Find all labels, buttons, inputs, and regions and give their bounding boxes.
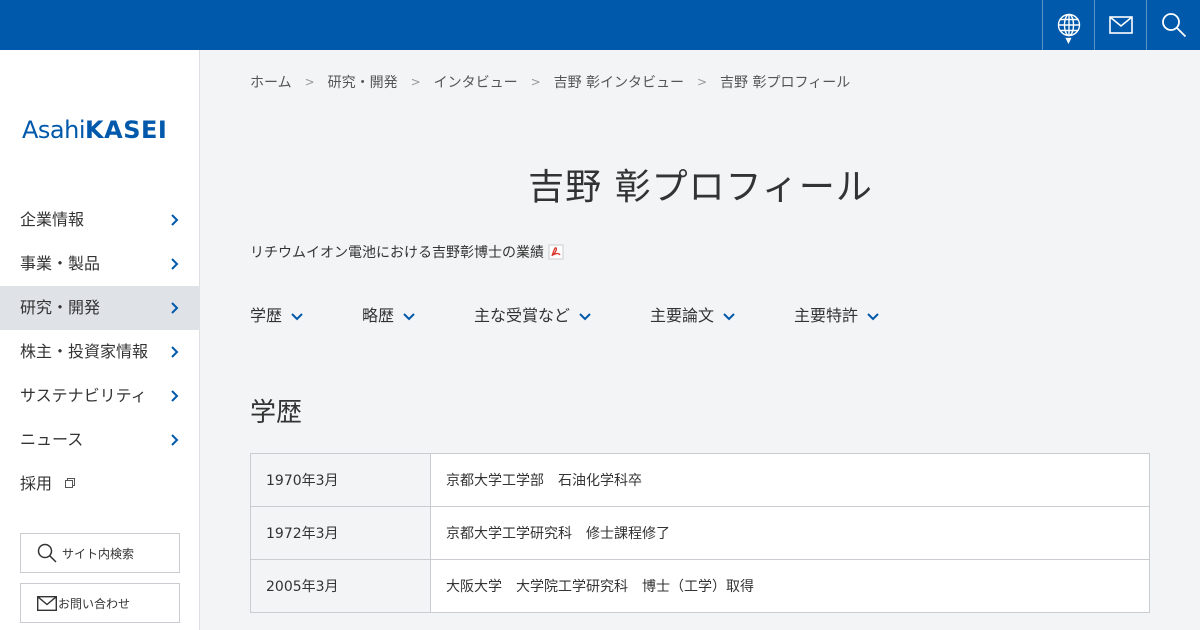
breadcrumb-yoshino-interview[interactable]: 吉野 彰インタビュー [554, 72, 684, 92]
chevron-right-icon [171, 214, 179, 226]
pdf-link-label: リチウムイオン電池における吉野彰博士の業績 [250, 245, 544, 261]
chevron-right-icon: > [530, 75, 541, 89]
contact-label: お問い合わせ [58, 596, 131, 611]
pdf-icon [548, 244, 564, 260]
section-title: 学歴 [250, 398, 303, 428]
mail-icon [1108, 16, 1133, 34]
anchor-patents[interactable]: 主要特許 [794, 302, 938, 326]
anchor-label: 略歴 [362, 306, 395, 325]
table-row: 1970年3月 京都大学工学部 石油化学科卒 [250, 453, 1150, 507]
anchor-label: 主要特許 [794, 306, 859, 325]
chevron-right-icon [171, 434, 179, 446]
breadcrumb-home[interactable]: ホーム [250, 72, 292, 92]
chevron-right-icon: > [304, 75, 315, 89]
chevron-down-icon [579, 313, 591, 321]
sidebar-nav: 企業情報 事業・製品 研究・開発 株主・投資家情報 サステナビリティ ニュース … [0, 198, 200, 506]
breadcrumb-research[interactable]: 研究・開発 [328, 72, 398, 92]
sidebar-item-sustainability[interactable]: サステナビリティ [0, 374, 200, 418]
breadcrumb-current: 吉野 彰プロフィール [720, 75, 851, 91]
sidebar-item-label: 採用 [20, 474, 53, 493]
chevron-right-icon [171, 346, 179, 358]
sidebar-item-label: 企業情報 [20, 210, 85, 229]
asahi-kasei-logo[interactable]: AsahiKASEI [22, 116, 167, 144]
chevron-down-icon [291, 313, 303, 321]
sidebar-item-investors[interactable]: 株主・投資家情報 [0, 330, 200, 374]
chevron-right-icon: > [410, 75, 421, 89]
anchor-label: 学歴 [250, 306, 283, 325]
chevron-right-icon [171, 302, 179, 314]
sidebar-item-label: 事業・製品 [20, 254, 101, 273]
main-content: ホーム > 研究・開発 > インタビュー > 吉野 彰インタビュー > 吉野 彰… [201, 50, 1200, 630]
section-anchor-links: 学歴 略歴 主な受賞など 主要論文 主要特許 [250, 302, 938, 326]
site-search-button[interactable]: サイト内検索 [20, 533, 180, 573]
sidebar-item-business[interactable]: 事業・製品 [0, 242, 200, 286]
sidebar-item-news[interactable]: ニュース [0, 418, 200, 462]
anchor-label: 主な受賞など [474, 306, 571, 325]
sidebar-item-recruit[interactable]: 採用 [0, 462, 200, 506]
contact-button[interactable]: お問い合わせ [20, 583, 180, 623]
page-title: 吉野 彰プロフィール [528, 167, 873, 208]
sidebar-item-label: サステナビリティ [20, 386, 147, 405]
table-cell-desc: 大阪大学 大学院工学研究科 博士（工学）取得 [430, 559, 1150, 613]
chevron-down-icon [403, 313, 415, 321]
anchor-awards[interactable]: 主な受賞など [474, 302, 650, 326]
search-icon [1161, 13, 1186, 38]
mail-icon [37, 595, 57, 611]
anchor-papers[interactable]: 主要論文 [650, 302, 794, 326]
breadcrumb-interview[interactable]: インタビュー [434, 72, 518, 92]
contact-mail-button[interactable] [1094, 0, 1146, 50]
table-row: 2005年3月 大阪大学 大学院工学研究科 博士（工学）取得 [250, 559, 1150, 613]
chevron-down-icon [723, 313, 735, 321]
table-cell-desc: 京都大学工学部 石油化学科卒 [430, 453, 1150, 507]
caret-down-icon: ▼ [1065, 36, 1072, 45]
table-cell-year: 1972年3月 [250, 506, 431, 560]
logo-asahi: Asahi [22, 116, 86, 144]
chevron-right-icon [171, 258, 179, 270]
sidebar-item-research[interactable]: 研究・開発 [0, 286, 200, 330]
globe-icon [1057, 13, 1080, 37]
chevron-right-icon [171, 390, 179, 402]
education-table: 1970年3月 京都大学工学部 石油化学科卒 1972年3月 京都大学工学研究科… [250, 453, 1150, 613]
sidebar-item-label: 株主・投資家情報 [20, 342, 149, 361]
sidebar-item-label: 研究・開発 [20, 298, 101, 317]
language-button[interactable]: ▼ [1042, 0, 1094, 50]
sidebar-item-company[interactable]: 企業情報 [0, 198, 200, 242]
breadcrumb: ホーム > 研究・開発 > インタビュー > 吉野 彰インタビュー > 吉野 彰… [250, 72, 850, 92]
sidebar: AsahiKASEI 企業情報 事業・製品 研究・開発 株主・投資家情報 サステ… [0, 50, 200, 630]
table-row: 1972年3月 京都大学工学研究科 修士課程修了 [250, 506, 1150, 560]
table-cell-year: 1970年3月 [250, 453, 431, 507]
table-cell-desc: 京都大学工学研究科 修士課程修了 [430, 506, 1150, 560]
pdf-link[interactable]: リチウムイオン電池における吉野彰博士の業績 [250, 242, 564, 262]
search-icon [37, 543, 57, 563]
top-bar: ▼ [0, 0, 1200, 50]
chevron-down-icon [867, 313, 879, 321]
anchor-career[interactable]: 略歴 [362, 302, 474, 326]
anchor-label: 主要論文 [650, 306, 715, 325]
search-button[interactable] [1146, 0, 1200, 50]
external-link-icon [65, 477, 76, 488]
sidebar-item-label: ニュース [20, 430, 84, 449]
logo-kasei: KASEI [85, 116, 168, 144]
table-cell-year: 2005年3月 [250, 559, 431, 613]
chevron-right-icon: > [697, 75, 708, 89]
anchor-education[interactable]: 学歴 [250, 302, 362, 326]
site-search-label: サイト内検索 [62, 546, 135, 561]
